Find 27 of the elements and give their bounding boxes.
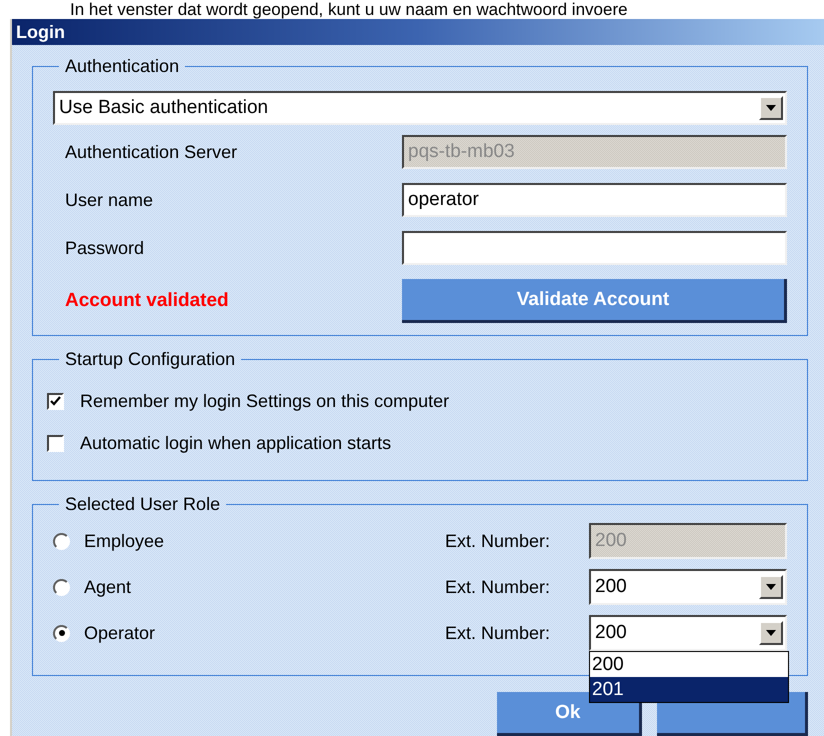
radio-label: Operator: [84, 622, 156, 644]
dropdown-option[interactable]: 200: [590, 652, 788, 677]
field-label: Authentication Server: [64, 142, 238, 162]
radio-button[interactable]: [53, 578, 70, 596]
field-label: Password: [64, 238, 146, 258]
status-message: Account validated: [64, 290, 230, 312]
input-field[interactable]: [402, 231, 787, 265]
checkbox[interactable]: [47, 434, 64, 452]
field-label: User name: [64, 190, 154, 210]
group-legend: Startup Configuration: [59, 350, 242, 368]
input-field[interactable]: operator: [402, 183, 787, 217]
field-label: Ext. Number:: [445, 622, 552, 644]
radio-label: Agent: [84, 576, 132, 598]
checkbox-label: Automatic login when application starts: [80, 432, 392, 454]
field-label: Ext. Number:: [445, 530, 552, 552]
authentication-dropdown[interactable]: Use Basic authentication: [53, 91, 787, 125]
checkbox-label: Remember my login Settings on this computer: [80, 390, 450, 412]
caption-text: In het venster dat wordt geopend, kunt u uw naam en wachtwoord invoere: [70, 0, 629, 19]
window-title: Login: [12, 19, 824, 45]
ext-number-dropdown[interactable]: 200: [589, 569, 787, 605]
field-label: Ext. Number:: [445, 576, 552, 598]
radio-label: Employee: [84, 530, 164, 552]
group-legend: Authentication: [59, 57, 186, 75]
radio-button[interactable]: [53, 624, 70, 642]
group-legend: Selected User Role: [59, 495, 226, 513]
dropdown-option[interactable]: 201: [590, 677, 788, 702]
checkbox[interactable]: [47, 392, 64, 410]
